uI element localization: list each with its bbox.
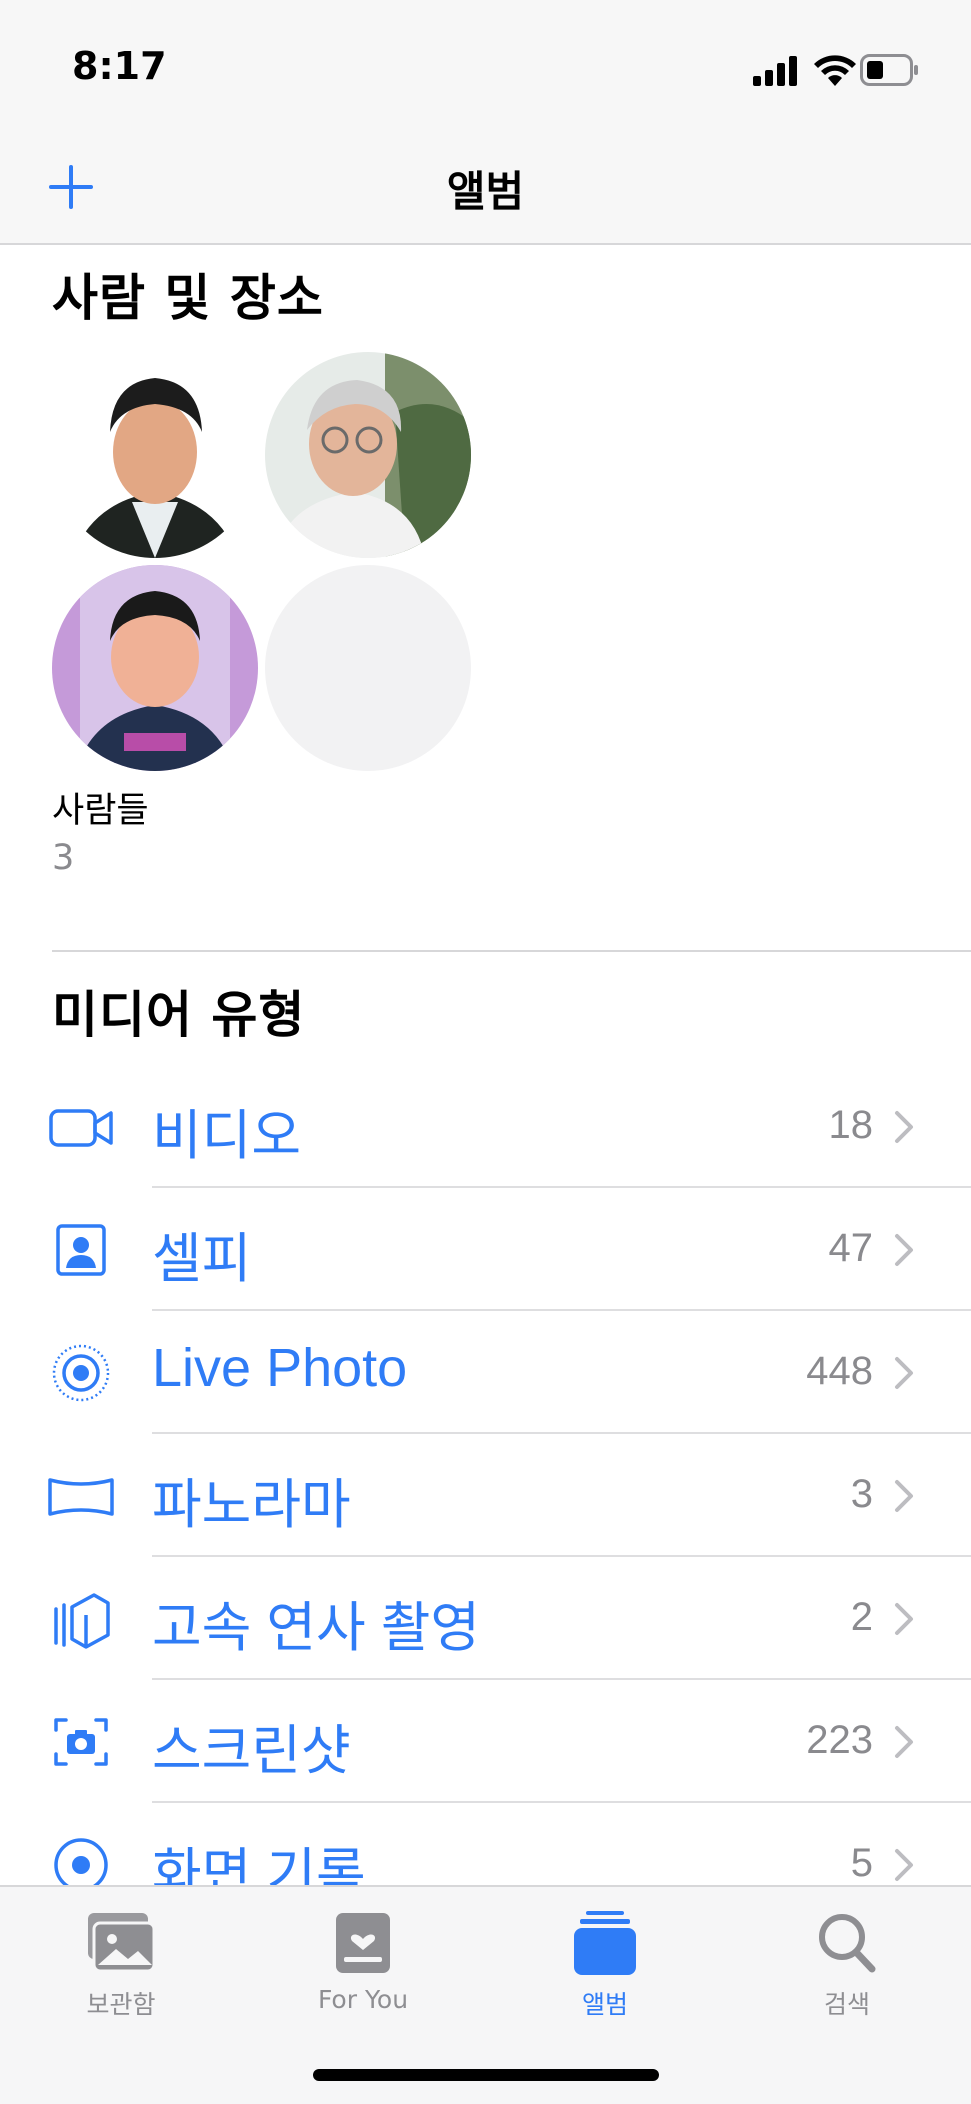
media-count: 223 xyxy=(806,1718,873,1762)
media-row-burst[interactable]: 고속 연사 촬영 2 xyxy=(0,1557,971,1680)
albums-icon xyxy=(574,1911,636,1975)
media-label: 파노라마 xyxy=(152,1475,351,1535)
chevron-right-icon xyxy=(895,1480,913,1512)
person-thumbnail-empty[interactable] xyxy=(265,565,471,771)
cellular-signal-icon xyxy=(753,56,797,86)
chevron-right-icon xyxy=(895,1111,913,1143)
people-album-label[interactable]: 사람들 xyxy=(52,782,149,833)
tab-label: 앨범 xyxy=(581,1990,628,2019)
media-label: 스크린샷 xyxy=(152,1721,351,1781)
media-row-panorama[interactable]: 파노라마 3 xyxy=(0,1434,971,1557)
media-row-screenshot[interactable]: 스크린샷 223 xyxy=(0,1680,971,1803)
library-icon xyxy=(88,1913,156,1973)
chevron-right-icon xyxy=(895,1234,913,1266)
person-thumbnail-2[interactable] xyxy=(265,352,471,558)
search-icon xyxy=(819,1914,876,1973)
chevron-right-icon xyxy=(895,1603,913,1635)
tab-for-you[interactable]: For You xyxy=(263,1887,463,2027)
media-row-video[interactable]: 비디오 18 xyxy=(0,1065,971,1188)
screenshot-icon xyxy=(54,1718,108,1766)
media-row-selfie[interactable]: 셀피 47 xyxy=(0,1188,971,1311)
tab-search[interactable]: 검색 xyxy=(747,1887,947,2027)
media-count: 18 xyxy=(828,1103,874,1147)
chevron-right-icon xyxy=(895,1849,913,1881)
status-time: 8:17 xyxy=(72,44,167,88)
for-you-icon xyxy=(336,1913,390,1973)
burst-icon xyxy=(54,1593,110,1649)
page-title: 앨범 xyxy=(446,167,525,216)
person-photo-2 xyxy=(265,352,471,558)
home-indicator[interactable] xyxy=(313,2069,659,2081)
media-label: 고속 연사 촬영 xyxy=(152,1598,481,1658)
people-places-title: 사람 및 장소 xyxy=(52,269,324,327)
tab-label: 검색 xyxy=(823,1990,870,2019)
battery-icon xyxy=(860,54,918,86)
nav-bar: 앨범 xyxy=(0,130,971,245)
media-count: 5 xyxy=(850,1841,873,1885)
chevron-right-icon xyxy=(895,1357,913,1389)
media-label: Live Photo xyxy=(152,1338,408,1398)
person-photo-1 xyxy=(52,352,258,558)
media-label: 비디오 xyxy=(152,1106,302,1166)
tab-library[interactable]: 보관함 xyxy=(21,1887,221,2027)
tab-label: For You xyxy=(317,1985,409,2014)
section-divider xyxy=(52,950,971,952)
person-photo-3 xyxy=(52,565,258,771)
people-album-count: 3 xyxy=(52,838,75,878)
media-count: 47 xyxy=(828,1226,874,1270)
live-photo-icon xyxy=(52,1344,110,1402)
panorama-icon xyxy=(48,1478,114,1516)
video-icon xyxy=(49,1109,113,1147)
media-count: 3 xyxy=(850,1472,873,1516)
selfie-icon xyxy=(56,1224,106,1276)
person-thumbnail-3[interactable] xyxy=(52,565,258,771)
tab-albums[interactable]: 앨범 xyxy=(505,1887,705,2027)
wifi-icon xyxy=(814,55,856,86)
tab-label: 보관함 xyxy=(86,1990,156,2019)
media-types-title: 미디어 유형 xyxy=(52,986,306,1044)
chevron-right-icon xyxy=(895,1726,913,1758)
status-bar: 8:17 xyxy=(0,0,971,130)
media-row-live-photo[interactable]: Live Photo 448 xyxy=(0,1311,971,1434)
media-label: 셀피 xyxy=(152,1229,252,1289)
person-thumbnail-1[interactable] xyxy=(52,352,258,558)
media-count: 2 xyxy=(850,1595,873,1639)
media-count: 448 xyxy=(806,1349,873,1393)
